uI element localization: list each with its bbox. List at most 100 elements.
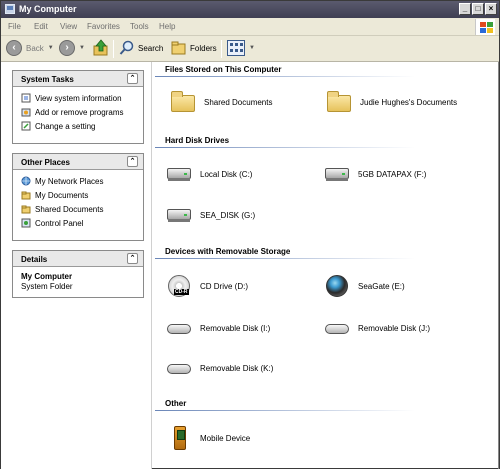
section-divider [155,76,415,77]
hard-disk-icon [165,162,193,186]
panel-header[interactable]: Details ⌃ [13,251,143,267]
item-removable-disk-j[interactable]: Removable Disk (J:) [323,316,430,340]
hard-disk-icon [165,203,193,227]
item-label: SeaGate (E:) [358,281,405,291]
maximize-button[interactable]: □ [472,3,484,15]
settings-icon [21,121,31,131]
collapse-chevron-icon[interactable]: ⌃ [127,73,138,84]
menu-tools[interactable]: Tools [130,22,149,31]
windows-logo-icon [475,19,495,35]
views-button[interactable]: ▼ [227,40,255,56]
menu-help[interactable]: Help [159,22,175,31]
removable-disk-icon [165,356,193,380]
item-removable-disk-k[interactable]: Removable Disk (K:) [165,356,273,380]
search-button[interactable]: Search [119,40,163,56]
folders-icon [171,41,186,55]
folders-button[interactable]: Folders [171,40,217,56]
forward-button[interactable]: › ▼ [59,40,85,56]
item-shared-documents[interactable]: Shared Documents [169,90,272,114]
collapse-chevron-icon[interactable]: ⌃ [127,156,138,167]
control-panel-icon [21,218,31,228]
task-label: Shared Documents [35,204,104,214]
task-label: Add or remove programs [35,107,124,117]
panel-header[interactable]: System Tasks ⌃ [13,71,143,87]
network-icon [21,176,31,186]
item-label: Removable Disk (J:) [358,323,431,333]
task-label: My Network Places [35,176,104,186]
task-pane: System Tasks ⌃ View system information A… [1,62,152,469]
section-title: Other [165,399,187,408]
panel-title: System Tasks [21,75,74,84]
item-label: 5GB DATAPAX (F:) [358,169,427,179]
place-control-panel[interactable]: Control Panel [21,216,143,230]
menu-edit[interactable]: Edit [34,22,48,31]
chevron-down-icon[interactable]: ▼ [249,45,255,51]
hard-disk-icon [323,162,351,186]
folder-icon [325,90,353,114]
menu-file[interactable]: File [8,22,21,31]
panel-header[interactable]: Other Places ⌃ [13,154,143,170]
content-pane: Files Stored on This Computer Shared Doc… [153,62,499,469]
item-label: Mobile Device [200,433,251,443]
title-bar[interactable]: My Computer _ □ × [1,1,499,18]
place-shared-documents[interactable]: Shared Documents [21,202,143,216]
up-folder-icon [93,39,108,56]
back-button[interactable]: ‹ Back ▼ [6,40,54,56]
item-sea-disk-g[interactable]: SEA_DISK (G:) [165,203,255,227]
task-view-system-info[interactable]: View system information [21,91,143,105]
folder-icon [21,205,31,214]
folders-label: Folders [190,43,217,53]
forward-arrow-icon: › [59,40,75,56]
section-divider [155,147,415,148]
toolbar-separator [221,40,222,58]
place-my-network-places[interactable]: My Network Places [21,174,143,188]
up-folder-button[interactable] [93,39,109,57]
my-computer-icon [5,4,15,14]
section-divider [155,258,415,259]
details-type: System Folder [21,282,73,291]
collapse-chevron-icon[interactable]: ⌃ [127,253,138,264]
task-label: Change a setting [35,121,96,131]
task-label: Control Panel [35,218,84,228]
place-my-documents[interactable]: My Documents [21,188,143,202]
item-judie-hughes-documents[interactable]: Judie Hughes's Documents [325,90,457,114]
task-add-remove-programs[interactable]: Add or remove programs [21,105,143,119]
task-label: My Documents [35,190,89,200]
menu-favorites[interactable]: Favorites [87,22,120,31]
mobile-device-icon [165,426,193,450]
section-title: Devices with Removable Storage [165,247,291,256]
folder-icon [169,90,197,114]
window-edge [498,62,499,469]
item-mobile-device[interactable]: Mobile Device [165,426,250,450]
details-name: My Computer [21,272,73,281]
chevron-down-icon[interactable]: ▼ [79,45,85,51]
item-local-disk-c[interactable]: Local Disk (C:) [165,162,252,186]
external-drive-icon [323,274,351,298]
system-tasks-panel: System Tasks ⌃ View system information A… [12,70,144,144]
search-label: Search [138,43,164,53]
item-cd-drive-d[interactable]: CD-R CD Drive (D:) [165,274,248,298]
item-removable-disk-i[interactable]: Removable Disk (I:) [165,316,270,340]
cd-r-badge: CD-R [174,289,189,295]
menu-bar: File Edit View Favorites Tools Help [1,18,499,36]
item-label: CD Drive (D:) [200,281,248,291]
views-icon [227,40,245,56]
system-info-icon [21,93,31,103]
details-panel: Details ⌃ My Computer System Folder [12,250,144,298]
item-label: Removable Disk (I:) [200,323,271,333]
section-title: Files Stored on This Computer [165,65,282,74]
minimize-button[interactable]: _ [459,3,471,15]
item-label: Shared Documents [204,97,273,107]
item-5gb-datapax-f[interactable]: 5GB DATAPAX (F:) [323,162,426,186]
item-label: Removable Disk (K:) [200,363,274,373]
item-seagate-e[interactable]: SeaGate (E:) [323,274,405,298]
window-title: My Computer [19,4,77,14]
menu-view[interactable]: View [60,22,77,31]
toolbar: ‹ Back ▼ › ▼ Search Folders ▼ [1,36,499,62]
add-remove-icon [21,108,31,117]
back-label: Back [26,43,44,53]
task-change-setting[interactable]: Change a setting [21,119,143,133]
folder-icon [21,191,31,200]
chevron-down-icon[interactable]: ▼ [48,45,54,51]
close-button[interactable]: × [485,3,497,15]
